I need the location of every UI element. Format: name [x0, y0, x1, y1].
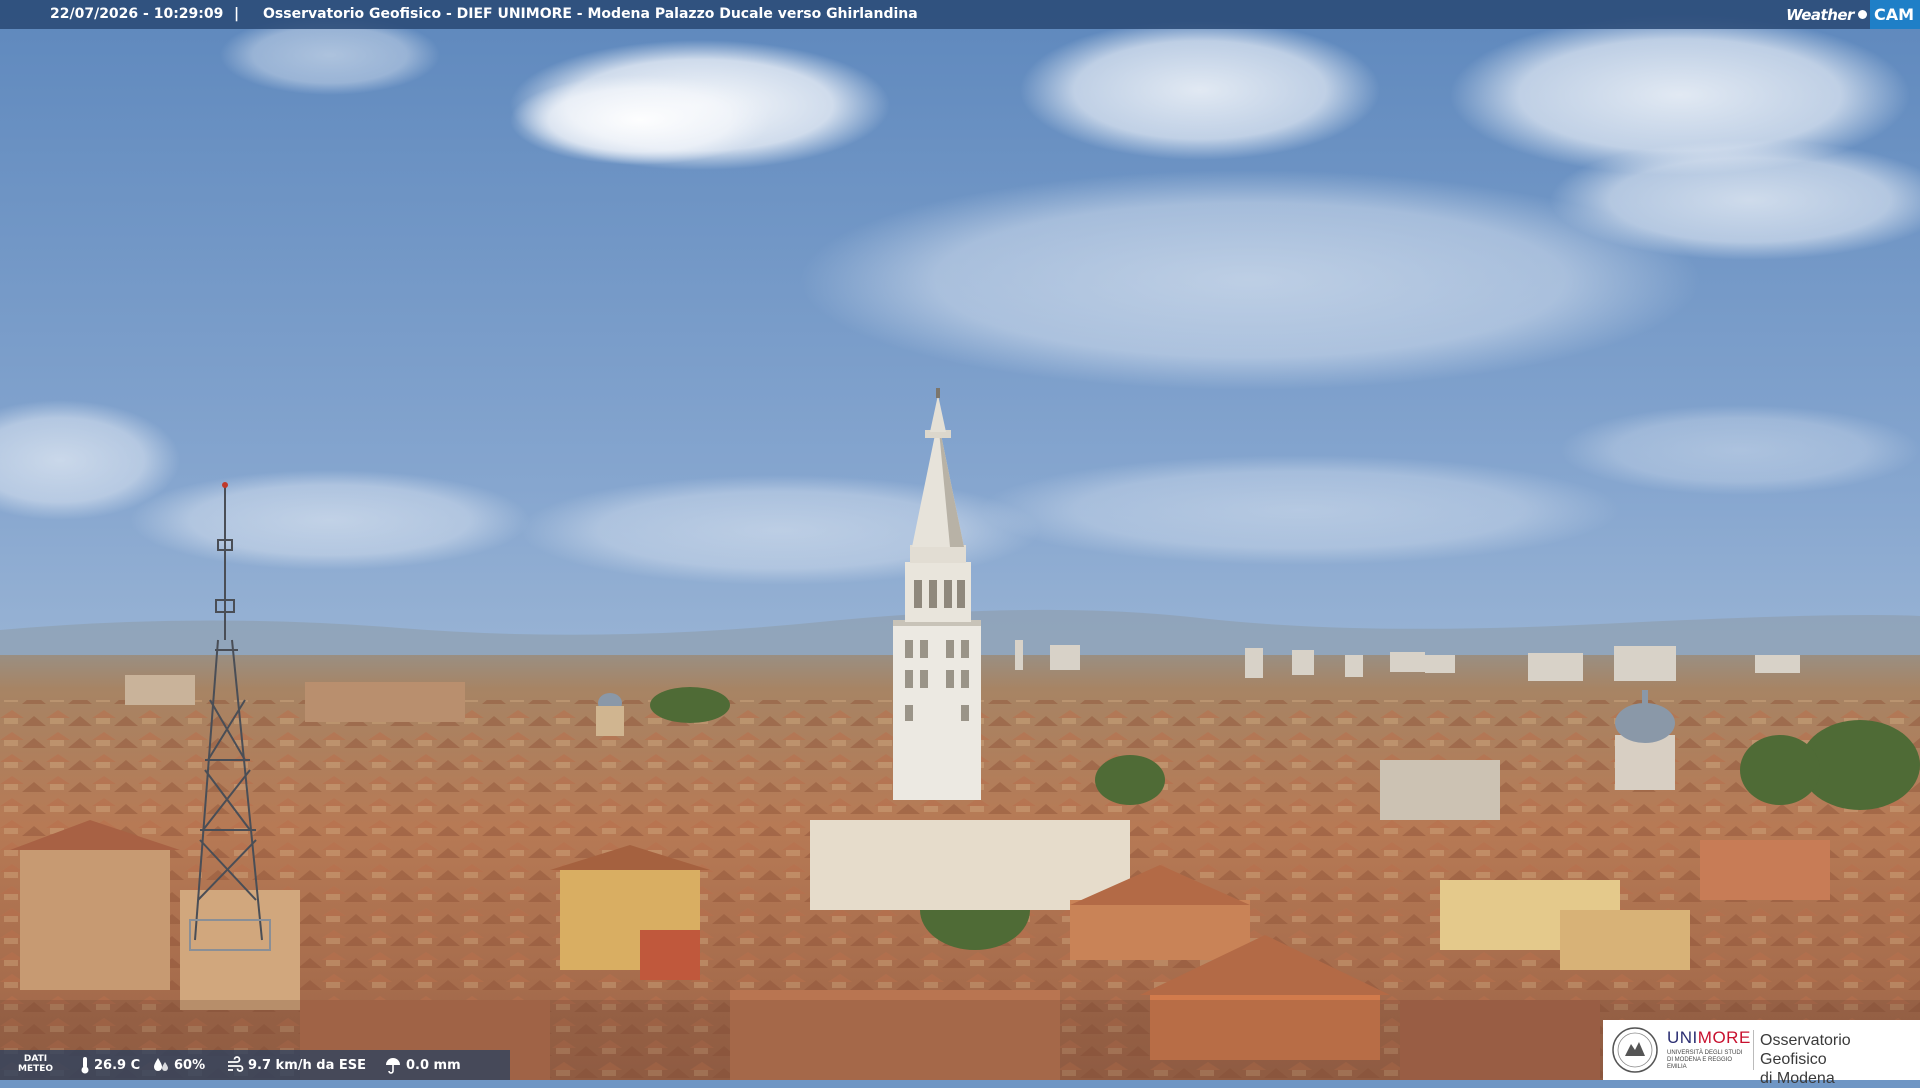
unimore-wordmark: UNIMORE [1667, 1028, 1751, 1047]
observatory-name: Osservatorio Geofisico di Modena [1760, 1032, 1851, 1087]
weather-label: DATI METEO [18, 1054, 54, 1074]
humidity-drops-icon [154, 1058, 168, 1071]
camera-title: Osservatorio Geofisico - DIEF UNIMORE - … [263, 6, 918, 22]
unimore-observatory-logo: UNIMORE UNIVERSITÀ DEGLI STUDI DI MODENA… [1603, 1020, 1920, 1087]
university-subtitle: UNIVERSITÀ DEGLI STUDI DI MODENA E REGGI… [1667, 1050, 1743, 1070]
weather-data-bar: DATI METEO 26.9 C 60% 9.7 km/h da ESE 0.… [0, 1050, 510, 1080]
umbrella-icon [386, 1058, 400, 1074]
university-seal-icon [1612, 1027, 1658, 1073]
sun-icon [1857, 10, 1867, 19]
brand-cam-text: CAM [1869, 0, 1920, 29]
timestamp: 22/07/2026 - 10:29:09 [50, 6, 224, 22]
weathercam-logo: Weather CAM [1786, 0, 1920, 29]
logo-divider [1753, 1030, 1754, 1070]
rain-reading: 0.0 mm [384, 1056, 461, 1074]
thermometer-icon [81, 1057, 89, 1074]
brand-weather-text: Weather [1786, 5, 1854, 24]
humidity-reading: 60% [152, 1056, 205, 1074]
temperature-reading: 26.9 C [80, 1056, 140, 1074]
webcam-image [0, 0, 1920, 1080]
header-separator: | [234, 6, 240, 22]
wind-reading: 9.7 km/h da ESE [226, 1056, 366, 1074]
header-bar: 22/07/2026 - 10:29:09 | Osservatorio Geo… [0, 0, 1920, 29]
city-panorama [0, 0, 1920, 1080]
wind-icon [228, 1056, 244, 1072]
